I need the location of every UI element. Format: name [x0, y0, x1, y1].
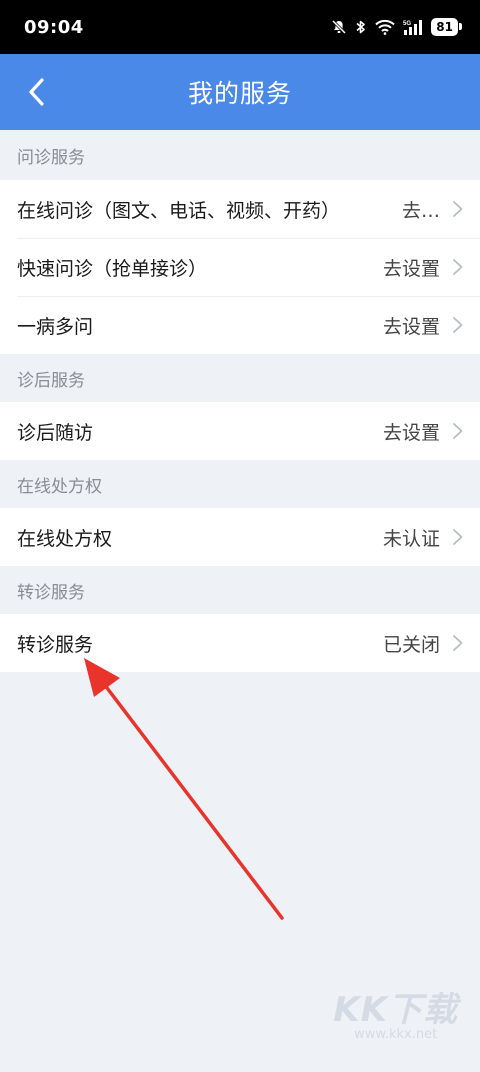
svg-text:5G: 5G: [403, 21, 411, 27]
row-status: 去设置: [382, 421, 440, 444]
chevron-left-icon: [29, 78, 44, 106]
list-item-online-consultation[interactable]: 在线问诊（图文、电话、视频、开药） 去设置: [0, 180, 480, 238]
section-header-follow-up: 诊后服务: [17, 370, 85, 391]
list-item-multi-question[interactable]: 一病多问 去设置: [0, 296, 480, 354]
row-label: 一病多问: [17, 315, 94, 338]
row-status: 已关闭: [382, 633, 440, 656]
row-status: 去设置: [382, 315, 440, 338]
row-status: 去设置: [402, 199, 440, 222]
bluetooth-icon: [356, 20, 366, 34]
watermark: KK下载 www.kkx.net: [333, 982, 458, 1042]
list-item-follow-up[interactable]: 诊后随访 去设置: [0, 402, 480, 460]
page-title: 我的服务: [187, 79, 292, 108]
nav-bar: 我的服务: [0, 54, 480, 130]
row-status: 未认证: [382, 527, 440, 550]
row-label: 诊后随访: [17, 421, 94, 444]
row-label: 在线问诊（图文、电话、视频、开药）: [17, 199, 341, 222]
chevron-right-icon: [452, 258, 464, 276]
section-header-prescription: 在线处方权: [17, 476, 102, 497]
list-item-referral[interactable]: 转诊服务 已关闭: [0, 614, 480, 672]
back-button[interactable]: [20, 76, 52, 108]
status-icons: 5G 81: [331, 18, 462, 36]
row-label: 在线处方权: [17, 527, 113, 550]
chevron-right-icon: [452, 422, 464, 440]
chevron-right-icon: [452, 316, 464, 334]
list-item-quick-consultation[interactable]: 快速问诊（抢单接诊） 去设置: [0, 238, 480, 296]
row-status: 去设置: [382, 257, 440, 280]
status-time: 09:04: [24, 16, 84, 38]
chevron-right-icon: [452, 634, 464, 652]
wifi-icon: [375, 19, 395, 35]
battery-indicator: 81: [431, 18, 462, 36]
watermark-logo: KK下载: [333, 990, 458, 1030]
list-item-prescription[interactable]: 在线处方权 未认证: [0, 508, 480, 566]
row-label: 转诊服务: [17, 633, 94, 656]
status-bar: 09:04 5G 81: [0, 0, 480, 54]
chevron-right-icon: [452, 200, 464, 218]
row-label: 快速问诊（抢单接诊）: [17, 257, 208, 280]
section-header-consultation: 问诊服务: [17, 147, 85, 168]
mute-bell-icon: [332, 19, 347, 35]
chevron-right-icon: [452, 528, 464, 546]
section-header-referral: 转诊服务: [17, 582, 85, 603]
signal-5g-icon: 5G: [403, 20, 423, 35]
